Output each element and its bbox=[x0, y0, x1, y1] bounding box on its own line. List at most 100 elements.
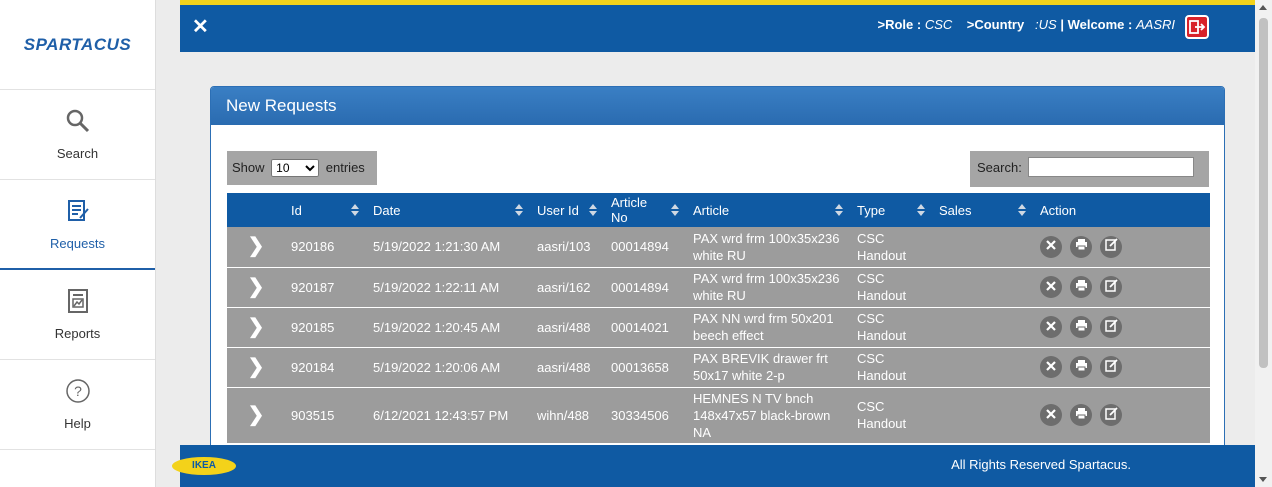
sort-icon bbox=[835, 204, 843, 216]
cell-article: PAX wrd frm 100x35x236 white RU bbox=[693, 230, 840, 263]
cell-type: CSC Handout bbox=[857, 311, 907, 343]
cell-date: 5/19/2022 1:21:30 AM bbox=[373, 239, 501, 255]
cell-sales bbox=[933, 387, 1034, 443]
column-header-article-no[interactable]: Article No bbox=[605, 193, 687, 227]
delete-button[interactable] bbox=[1040, 404, 1062, 426]
table-row[interactable]: ❯ 920187 5/19/2022 1:22:11 AM aasri/162 0001… bbox=[227, 267, 1210, 307]
edit-icon bbox=[1104, 318, 1118, 336]
search-icon bbox=[65, 108, 91, 134]
cell-user-id: aasri/488 bbox=[537, 319, 591, 335]
cell-type: CSC Handout bbox=[857, 271, 907, 303]
row-actions bbox=[1040, 404, 1204, 426]
cell-user-id: wihn/488 bbox=[537, 407, 590, 423]
print-icon bbox=[1075, 238, 1088, 255]
cell-sales bbox=[933, 267, 1034, 307]
sort-icon bbox=[589, 204, 597, 216]
cell-user-id: aasri/162 bbox=[537, 279, 591, 295]
sort-icon bbox=[671, 204, 679, 216]
expand-row-button[interactable]: ❯ bbox=[227, 347, 285, 387]
new-requests-panel: New Requests Show 10 25 50 100 entries S… bbox=[210, 86, 1225, 466]
sidebar-item-reports[interactable]: Reports bbox=[0, 270, 155, 360]
column-header-id[interactable]: Id bbox=[285, 193, 367, 227]
table-row[interactable]: ❯ 920186 5/19/2022 1:21:30 AM aasri/103 0001… bbox=[227, 227, 1210, 267]
row-actions bbox=[1040, 276, 1204, 298]
cell-article: PAX wrd frm 100x35x236 white RU bbox=[693, 271, 840, 303]
close-icon bbox=[1045, 319, 1057, 336]
column-header-date[interactable]: Date bbox=[367, 193, 531, 227]
expand-row-button[interactable]: ❯ bbox=[227, 227, 285, 267]
cell-type: CSC Handout bbox=[857, 230, 907, 263]
cell-article: PAX NN wrd frm 50x201 beech effect bbox=[693, 311, 834, 343]
sidebar-item-label: Search bbox=[56, 146, 99, 161]
close-icon bbox=[1045, 238, 1057, 255]
table-header-row: Id Date User Id Article No Article Type … bbox=[227, 193, 1210, 227]
edit-button[interactable] bbox=[1100, 404, 1122, 426]
expand-row-button[interactable]: ❯ bbox=[227, 307, 285, 347]
cell-date: 5/19/2022 1:20:45 AM bbox=[373, 319, 501, 335]
cell-action bbox=[1034, 267, 1210, 307]
cell-id: 920187 bbox=[291, 279, 335, 295]
column-header-action: Action bbox=[1040, 202, 1077, 218]
delete-button[interactable] bbox=[1040, 356, 1062, 378]
scroll-up-icon[interactable] bbox=[1259, 5, 1267, 10]
delete-button[interactable] bbox=[1040, 316, 1062, 338]
scroll-down-icon[interactable] bbox=[1259, 477, 1267, 482]
column-header-user-id[interactable]: User Id bbox=[531, 193, 605, 227]
requests-icon bbox=[65, 198, 91, 224]
print-button[interactable] bbox=[1070, 276, 1092, 298]
logout-icon bbox=[1189, 20, 1206, 34]
column-header-article[interactable]: Article bbox=[687, 193, 851, 227]
edit-button[interactable] bbox=[1100, 316, 1122, 338]
close-icon bbox=[1045, 407, 1057, 424]
print-button[interactable] bbox=[1070, 404, 1092, 426]
logo-text: SPARTACUS bbox=[23, 34, 132, 54]
edit-button[interactable] bbox=[1100, 276, 1122, 298]
table-row[interactable]: ❯ 920185 5/19/2022 1:20:45 AM aasri/488 0001… bbox=[227, 307, 1210, 347]
delete-button[interactable] bbox=[1040, 276, 1062, 298]
sidebar-item-search[interactable]: Search bbox=[0, 90, 155, 180]
logout-button[interactable] bbox=[1185, 15, 1209, 39]
cell-article-no: 00013658 bbox=[611, 359, 669, 375]
cell-id: 920184 bbox=[291, 359, 335, 375]
print-button[interactable] bbox=[1070, 316, 1092, 338]
close-icon bbox=[1045, 279, 1057, 296]
delete-button[interactable] bbox=[1040, 235, 1062, 258]
expand-row-button[interactable]: ❯ bbox=[227, 387, 285, 443]
cell-article-no: 30334506 bbox=[611, 407, 669, 423]
print-icon bbox=[1075, 359, 1088, 376]
country-value: :US bbox=[1035, 17, 1057, 32]
edit-button[interactable] bbox=[1100, 235, 1122, 258]
print-button[interactable] bbox=[1070, 235, 1092, 258]
svg-text:?: ? bbox=[74, 383, 82, 399]
expand-column-header bbox=[227, 193, 285, 227]
sort-icon bbox=[351, 204, 359, 216]
cell-date: 5/19/2022 1:20:06 AM bbox=[373, 359, 501, 375]
cell-action bbox=[1034, 387, 1210, 443]
table-search: Search: bbox=[970, 151, 1209, 187]
reports-icon bbox=[65, 288, 91, 314]
ikea-logo: IKEA bbox=[172, 457, 236, 475]
row-actions bbox=[1040, 235, 1204, 258]
vertical-scrollbar[interactable] bbox=[1255, 0, 1272, 487]
table-row[interactable]: ❯ 903515 6/12/2021 12:43:57 PM wihn/488 3033… bbox=[227, 387, 1210, 443]
cell-type: CSC Handout bbox=[857, 351, 907, 383]
sidebar-item-requests[interactable]: Requests bbox=[0, 180, 155, 270]
cell-action bbox=[1034, 347, 1210, 387]
edit-button[interactable] bbox=[1100, 356, 1122, 378]
table-row[interactable]: ❯ 920184 5/19/2022 1:20:06 AM aasri/488 0001… bbox=[227, 347, 1210, 387]
print-icon bbox=[1075, 407, 1088, 424]
logo[interactable]: SPARTACUS bbox=[0, 0, 155, 90]
page-size-control: Show 10 25 50 100 entries bbox=[227, 151, 377, 185]
entries-label: entries bbox=[325, 160, 365, 175]
column-header-sales[interactable]: Sales bbox=[933, 193, 1034, 227]
sidebar-item-help[interactable]: ? Help bbox=[0, 360, 155, 450]
scroll-thumb[interactable] bbox=[1259, 18, 1268, 368]
close-button[interactable]: ✕ bbox=[192, 14, 209, 39]
search-input[interactable] bbox=[1028, 157, 1194, 177]
page-size-select[interactable]: 10 25 50 100 bbox=[271, 159, 320, 177]
print-button[interactable] bbox=[1070, 356, 1092, 378]
cell-sales bbox=[933, 307, 1034, 347]
expand-row-button[interactable]: ❯ bbox=[227, 267, 285, 307]
cell-sales bbox=[933, 347, 1034, 387]
column-header-type[interactable]: Type bbox=[851, 193, 933, 227]
